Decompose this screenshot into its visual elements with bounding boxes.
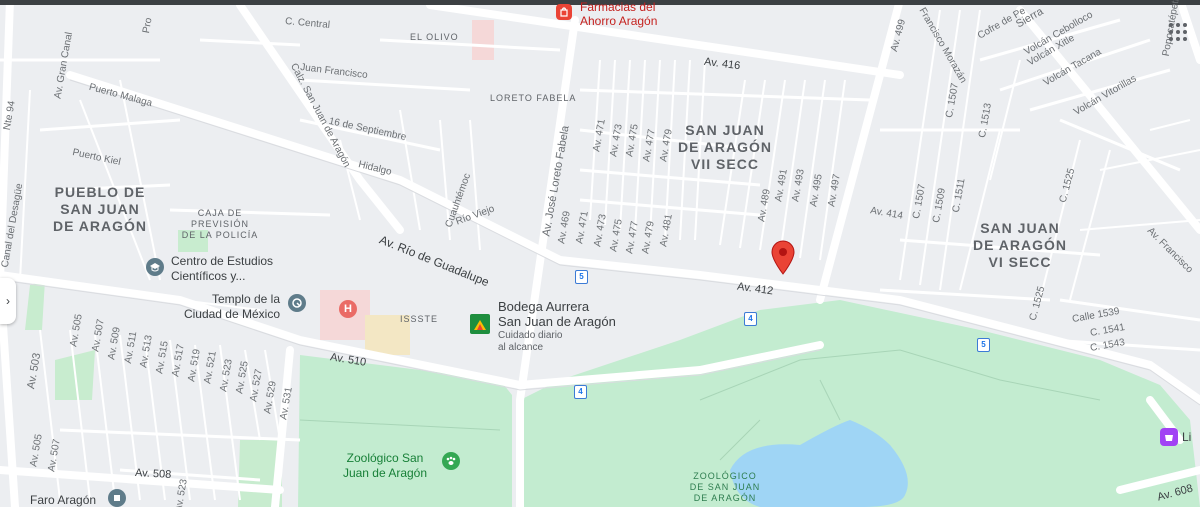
route-shield-4: 4: [744, 312, 757, 326]
map-view[interactable]: SAN JUAN DE ARAGÓN VII SECC SAN JUAN DE ARA…: [0, 0, 1200, 507]
farmacia-label[interactable]: Farmacias del Ahorro Aragón: [580, 0, 657, 28]
neighborhood-label-loreto: LORETO FABELA: [490, 93, 577, 103]
paw-icon[interactable]: [442, 452, 460, 470]
caja-label: CAJA DE PREVISIÓN DE LA POLICÍA: [181, 208, 259, 240]
zoo-label[interactable]: Zoológico San Juan de Aragón: [330, 451, 440, 481]
bodega-label[interactable]: Bodega Aurrera San Juan de Aragón: [498, 299, 616, 329]
hospital-icon[interactable]: H: [339, 300, 357, 318]
road-label-av508: Av. 508: [134, 467, 172, 481]
side-panel-toggle[interactable]: ›: [0, 278, 16, 324]
shopping-bag-icon[interactable]: [556, 4, 572, 20]
neighborhood-label-pueblo: PUEBLO DE SAN JUAN DE ARAGÓN: [52, 184, 148, 234]
museum-icon[interactable]: [108, 489, 126, 507]
landmark-icon[interactable]: [288, 294, 306, 312]
route-shield-5: 5: [575, 270, 588, 284]
bodega-tagline: Cuidado diario al alcance: [498, 330, 563, 353]
chevron-right-icon: ›: [6, 294, 10, 308]
centro-label[interactable]: Centro de Estudios Científicos y...: [171, 254, 273, 284]
apps-grid-icon[interactable]: [1168, 22, 1188, 42]
issste-label: ISSSTE: [400, 314, 439, 324]
li-label[interactable]: Li: [1182, 430, 1191, 445]
neighborhood-label-sj-vii: SAN JUAN DE ARAGÓN VII SECC: [677, 122, 773, 172]
location-pin-icon[interactable]: [770, 240, 796, 276]
neighborhood-label-olivo: EL OLIVO: [410, 32, 459, 42]
neighborhood-label-sj-vi: SAN JUAN DE ARAGÓN VI SECC: [972, 220, 1068, 270]
zoo-area-label: ZOOLÓGICO DE SAN JUAN DE ARAGÓN: [689, 471, 761, 503]
templo-label[interactable]: Templo de la Ciudad de México: [180, 292, 280, 322]
store-icon[interactable]: [470, 314, 490, 334]
faro-label[interactable]: Faro Aragón: [30, 493, 96, 507]
school-icon[interactable]: [146, 258, 164, 276]
route-shield-5-east: 5: [977, 338, 990, 352]
route-shield-4-south: 4: [574, 385, 587, 399]
shop-icon[interactable]: [1160, 428, 1178, 446]
